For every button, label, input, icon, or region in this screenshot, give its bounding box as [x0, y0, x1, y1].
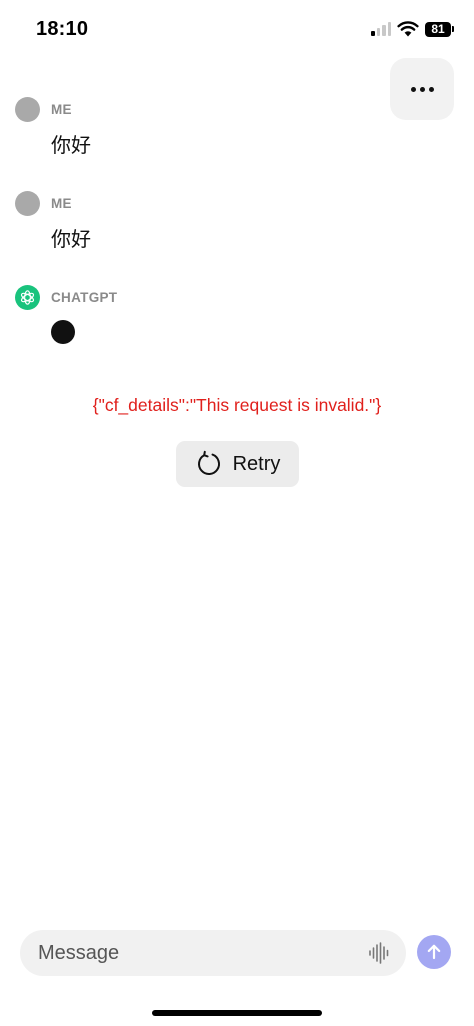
message-text: 你好 — [51, 227, 91, 251]
more-options-button[interactable] — [390, 58, 454, 120]
ellipsis-icon — [410, 86, 416, 92]
message-input[interactable] — [38, 930, 358, 976]
status-indicators: 81 — [371, 20, 454, 38]
user-avatar — [15, 97, 40, 122]
message-header: ME — [15, 191, 72, 216]
user-avatar — [15, 191, 40, 216]
send-button[interactable] — [417, 935, 451, 969]
retry-label: Retry — [232, 452, 281, 475]
message-header: CHATGPT — [15, 285, 117, 310]
status-time: 18:10 — [36, 18, 89, 40]
home-indicator[interactable] — [152, 1010, 322, 1016]
battery-level: 81 — [425, 21, 451, 37]
status-bar: 18:10 81 — [0, 0, 474, 58]
refresh-icon — [197, 450, 220, 475]
message-header: ME — [15, 97, 72, 122]
chatgpt-logo-icon — [15, 285, 40, 310]
typing-indicator — [51, 320, 75, 344]
retry-button[interactable]: Retry — [176, 441, 299, 487]
arrow-up-icon — [427, 944, 441, 960]
audio-waveform-icon[interactable] — [368, 942, 390, 964]
wifi-icon — [397, 21, 419, 37]
message-composer — [20, 930, 406, 976]
cellular-signal-icon — [371, 22, 391, 36]
message-text: 你好 — [51, 133, 91, 157]
message-author: ME — [51, 196, 72, 211]
error-message: {"cf_details":"This request is invalid."… — [92, 395, 382, 415]
message-author: CHATGPT — [51, 290, 118, 305]
message-author: ME — [51, 102, 72, 117]
battery-icon: 81 — [425, 21, 454, 37]
